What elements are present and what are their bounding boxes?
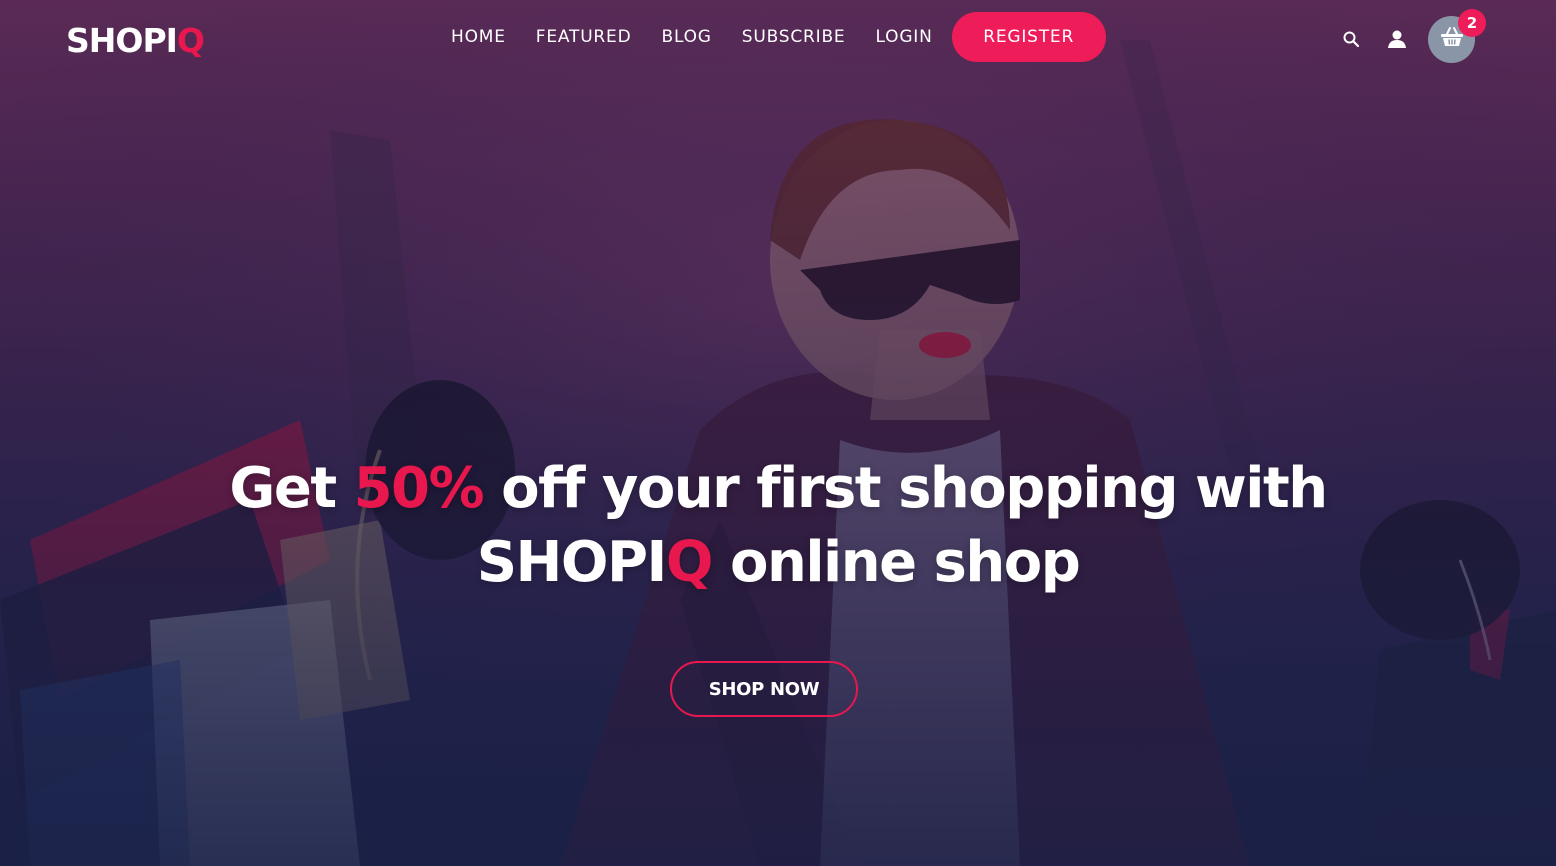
headline-brand-accent: Q — [665, 530, 714, 595]
main-nav: HOME FEATURED BLOG SUBSCRIBE LOGIN REGIS… — [436, 12, 1106, 62]
register-button[interactable]: REGISTER — [951, 12, 1106, 62]
nav-blog[interactable]: BLOG — [661, 27, 711, 47]
headline-discount: 50% — [353, 456, 485, 521]
headline-brand-suffix: online shop — [711, 530, 1081, 595]
logo-text: SHOPI — [66, 21, 178, 60]
headline-brand: SHOPI — [476, 530, 668, 595]
nav-subscribe[interactable]: SUBSCRIBE — [742, 27, 846, 47]
user-icon[interactable] — [1386, 28, 1408, 50]
headline-text-end: off your first shopping with — [483, 456, 1328, 521]
hero-headline: Get 50% off your first shopping with SHO… — [0, 452, 1556, 600]
cart-count-badge: 2 — [1458, 8, 1486, 37]
hero-section: SHOPIQ HOME FEATURED BLOG SUBSCRIBE LOGI… — [0, 0, 1556, 866]
logo-accent: Q — [176, 21, 205, 60]
site-logo[interactable]: SHOPIQ — [66, 20, 205, 62]
headline-text-start: Get — [229, 456, 354, 521]
shop-now-button[interactable]: SHOP NOW — [670, 661, 858, 717]
site-header: SHOPIQ HOME FEATURED BLOG SUBSCRIBE LOGI… — [0, 0, 1556, 80]
hero-background-image — [0, 0, 1556, 866]
nav-home[interactable]: HOME — [451, 27, 506, 47]
header-actions: 2 — [1340, 8, 1486, 64]
cart-button[interactable]: 2 — [1428, 8, 1486, 63]
nav-featured[interactable]: FEATURED — [536, 27, 632, 47]
nav-login[interactable]: LOGIN — [875, 27, 932, 47]
search-icon[interactable] — [1340, 28, 1362, 50]
